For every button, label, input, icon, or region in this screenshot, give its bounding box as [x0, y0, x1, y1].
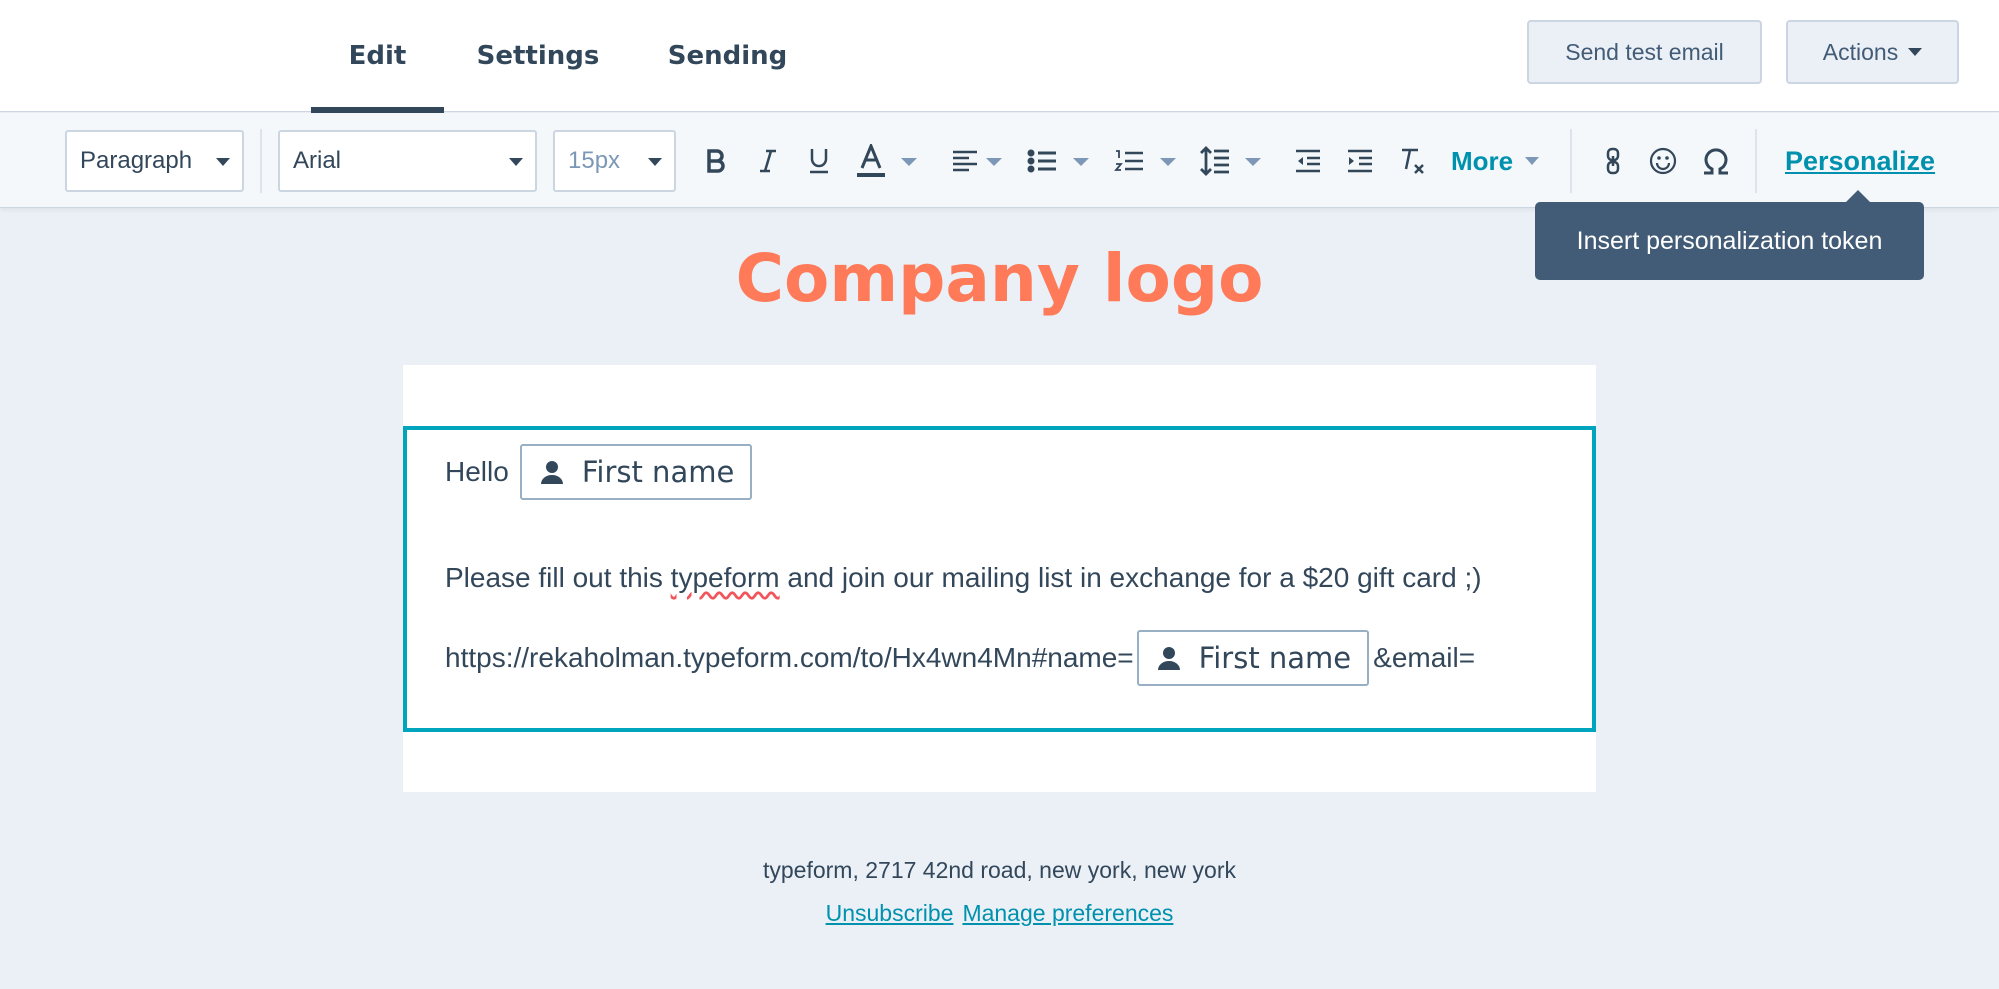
chevron-down-icon	[1908, 48, 1923, 56]
emoji-icon	[1649, 147, 1677, 175]
underline-button[interactable]	[803, 137, 835, 185]
toolbar-divider	[1570, 129, 1572, 193]
token-label: First name	[1198, 641, 1352, 675]
special-character-button[interactable]	[1700, 137, 1732, 185]
more-button[interactable]: More	[1451, 137, 1540, 185]
send-test-email-button[interactable]: Send test email	[1527, 20, 1762, 84]
tab-edit[interactable]: Edit	[311, 0, 444, 113]
user-icon	[1157, 647, 1180, 670]
tab-settings[interactable]: Settings	[470, 0, 606, 112]
bulleted-list-button[interactable]	[1026, 137, 1058, 185]
link-icon	[1606, 147, 1620, 175]
bulleted-list-icon	[1027, 149, 1056, 173]
chevron-down-icon	[216, 158, 230, 166]
chevron-down-icon	[509, 158, 523, 166]
font-size-select[interactable]: 15px	[553, 130, 676, 192]
numbered-list-button[interactable]	[1113, 137, 1145, 185]
more-label: More	[1451, 145, 1514, 176]
unsubscribe-link[interactable]: Unsubscribe	[826, 900, 954, 927]
chevron-down-icon[interactable]	[1160, 158, 1176, 166]
personalize-button[interactable]: Personalize	[1785, 137, 1935, 185]
align-left-icon	[953, 150, 977, 172]
align-button[interactable]	[950, 137, 980, 185]
tab-sending[interactable]: Sending	[660, 0, 795, 112]
toolbar-divider	[1755, 129, 1757, 193]
chevron-down-icon[interactable]	[1245, 158, 1261, 166]
personalization-token-first-name[interactable]: First name	[519, 444, 753, 500]
outdent-icon	[1296, 149, 1320, 173]
company-logo: Company logo	[735, 240, 1264, 317]
insert-emoji-button[interactable]	[1648, 137, 1678, 185]
font-family-select[interactable]: Arial	[278, 130, 537, 192]
greeting-line: Hello First name	[445, 444, 753, 500]
rich-text-module[interactable]: Hello First name Please fill out this ty…	[403, 426, 1596, 732]
top-nav-bar: Edit Settings Sending Send test email Ac…	[0, 0, 1999, 113]
footer-links: Unsubscribe Manage preferences	[0, 900, 1999, 927]
text-color-button[interactable]	[855, 137, 887, 185]
personalization-token-first-name[interactable]: First name	[1136, 630, 1370, 686]
font-size-value: 15px	[568, 147, 621, 174]
body-text-start: Please fill out this	[445, 562, 671, 593]
chevron-down-icon[interactable]	[901, 158, 917, 166]
line-height-icon	[1200, 146, 1229, 176]
actions-button[interactable]: Actions	[1786, 20, 1959, 84]
chevron-down-icon	[648, 158, 662, 166]
misspelled-word[interactable]: typeform	[671, 562, 780, 594]
url-suffix: &email=	[1373, 642, 1476, 673]
editor-toolbar: Paragraph Arial 15px More Personalize	[0, 113, 1999, 208]
body-text-end: and join our mailing list in exchange fo…	[779, 562, 1482, 593]
bold-button[interactable]	[700, 137, 732, 185]
clear-format-icon	[1402, 148, 1424, 174]
body-paragraph: Please fill out this typeform and join o…	[445, 560, 1482, 596]
chevron-down-icon	[1525, 157, 1540, 165]
paragraph-style-value: Paragraph	[80, 147, 193, 174]
special-character-icon	[1704, 148, 1728, 175]
italic-button[interactable]	[752, 137, 784, 185]
chevron-down-icon[interactable]	[986, 158, 1002, 166]
outdent-button[interactable]	[1293, 137, 1323, 185]
paragraph-style-select[interactable]: Paragraph	[65, 130, 244, 192]
insert-link-button[interactable]	[1598, 137, 1628, 185]
font-family-value: Arial	[293, 147, 342, 174]
bold-icon	[707, 149, 725, 173]
url-prefix: https://rekaholman.typeform.com/to/Hx4wn…	[445, 642, 1134, 673]
manage-preferences-link[interactable]: Manage preferences	[962, 900, 1173, 927]
greeting-text: Hello	[445, 456, 509, 487]
toolbar-divider	[260, 129, 262, 193]
numbered-list-icon	[1114, 150, 1143, 171]
indent-button[interactable]	[1345, 137, 1375, 185]
line-height-button[interactable]	[1199, 137, 1231, 185]
italic-icon	[760, 149, 776, 173]
footer-address: typeform, 2717 42nd road, new york, new …	[762, 857, 1237, 883]
underline-icon	[810, 149, 828, 174]
send-test-email-label: Send test email	[1565, 38, 1724, 65]
indent-icon	[1348, 149, 1372, 173]
clear-format-button[interactable]	[1398, 137, 1428, 185]
chevron-down-icon[interactable]	[1073, 158, 1089, 166]
token-label: First name	[581, 455, 735, 489]
text-color-icon	[857, 144, 885, 177]
url-line: https://rekaholman.typeform.com/to/Hx4wn…	[445, 630, 1475, 686]
user-icon	[540, 461, 563, 484]
actions-label: Actions	[1822, 38, 1899, 65]
